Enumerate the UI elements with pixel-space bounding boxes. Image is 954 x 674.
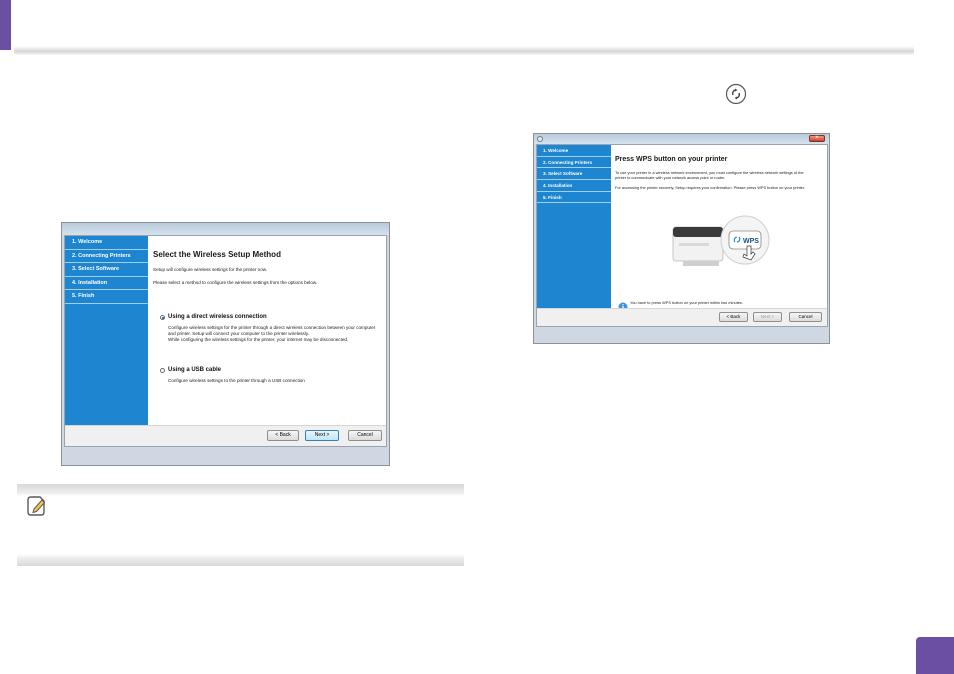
cancel-button[interactable]: Cancel — [348, 430, 382, 441]
page-title: Select the Wireless Setup Method — [153, 250, 281, 259]
step-select-software: 3. Select Software — [65, 263, 148, 277]
description-line-3: For accessing the printer securely, Setu… — [615, 185, 806, 190]
step-connecting-printers: 2. Connecting Printers — [537, 157, 611, 169]
page-title: Press WPS button on your printer — [615, 156, 728, 163]
info-text: You have to press WPS button on your pri… — [630, 300, 743, 305]
cancel-button[interactable]: Cancel — [789, 312, 822, 322]
header-rule — [14, 46, 914, 55]
step-finish: 5. Finish — [537, 192, 611, 204]
back-button[interactable]: < Back — [267, 430, 299, 441]
step-select-software: 3. Select Software — [537, 168, 611, 181]
window-content: 1. Welcome 2. Connecting Printers 3. Sel… — [64, 235, 387, 447]
usb-cable-desc: Configure wireless settings to the print… — [168, 378, 305, 383]
note-box — [17, 484, 464, 566]
button-bar: < Back Next > Cancel — [537, 308, 827, 326]
next-button[interactable]: Next > — [305, 430, 339, 441]
wireless-setup-window: 1. Welcome 2. Connecting Printers 3. Sel… — [61, 222, 390, 466]
window-titlebar: × — [534, 134, 829, 144]
window-titlebar — [62, 223, 389, 235]
steps-sidebar: 1. Welcome 2. Connecting Printers 3. Sel… — [537, 145, 611, 326]
wps-button-label: WPS — [743, 238, 759, 245]
window-content: 1. Welcome 2. Connecting Printers 3. Sel… — [536, 144, 828, 327]
description-line-2: printer to communicate with your network… — [615, 175, 726, 180]
usb-cable-radio[interactable] — [160, 368, 165, 373]
chapter-tab — [0, 0, 11, 50]
steps-sidebar: 1. Welcome 2. Connecting Printers 3. Sel… — [65, 236, 148, 446]
wps-button-icon — [725, 83, 747, 110]
installer-app-icon — [537, 136, 543, 142]
page-number-tab — [916, 637, 954, 674]
main-panel: Select the Wireless Setup Method Setup w… — [148, 236, 386, 446]
usb-cable-label[interactable]: Using a USB cable — [168, 367, 221, 373]
direct-wireless-label[interactable]: Using a direct wireless connection — [168, 314, 267, 320]
note-pencil-icon — [25, 495, 49, 522]
button-bar: < Back Next > Cancel — [65, 425, 386, 446]
step-welcome: 1. Welcome — [537, 145, 611, 157]
back-button[interactable]: < Back — [719, 312, 748, 322]
wps-setup-window: × 1. Welcome 2. Connecting Printers 3. S… — [533, 133, 830, 344]
direct-wireless-desc-3: While configuring the wireless settings … — [168, 337, 349, 342]
step-connecting-printers: 2. Connecting Printers — [65, 250, 148, 263]
step-installation: 4. Installation — [65, 277, 148, 290]
instruction-text: Please select a method to configure the … — [153, 280, 318, 285]
step-installation: 4. Installation — [537, 180, 611, 192]
step-finish: 5. Finish — [65, 290, 148, 304]
close-icon[interactable]: × — [809, 135, 825, 142]
main-panel: Press WPS button on your printer To use … — [611, 145, 827, 326]
next-button[interactable]: Next > — [753, 312, 782, 322]
step-welcome: 1. Welcome — [65, 236, 148, 250]
intro-text: Setup will configure wireless settings f… — [153, 267, 268, 272]
printer-illustration: WPS — [669, 213, 779, 278]
direct-wireless-radio[interactable] — [160, 315, 165, 320]
